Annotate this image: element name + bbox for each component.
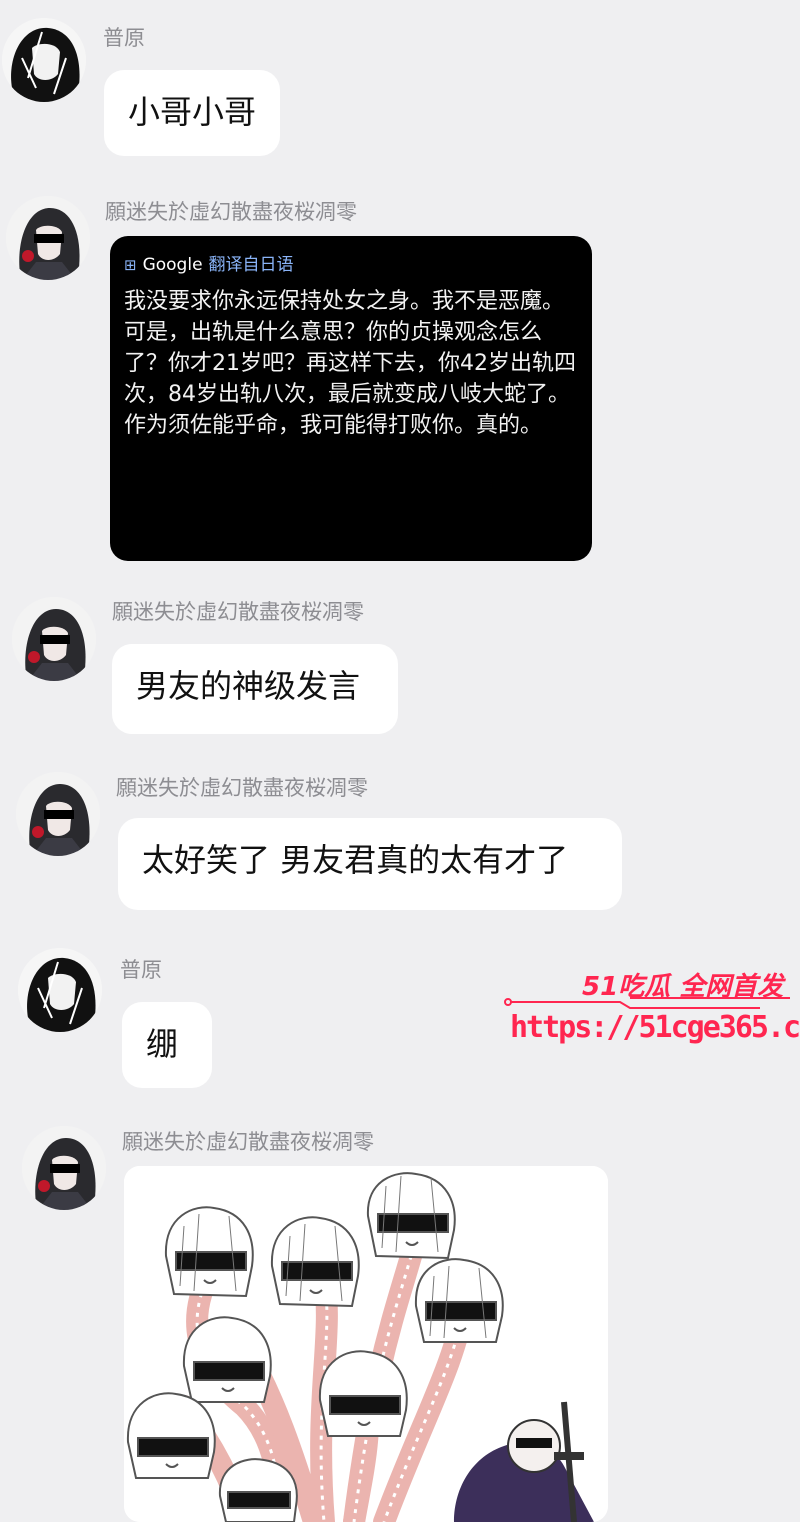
- message-bubble[interactable]: 太好笑了 男友君真的太有才了: [118, 818, 622, 910]
- translation-text: 我没要求你永远保持处女之身。我不是恶魔。 可是，出轨是什么意思？你的贞操观念怎么…: [124, 286, 576, 441]
- avatar-image: [2, 18, 86, 102]
- translation-provider: Google: [142, 255, 203, 275]
- avatar-puyuan[interactable]: [18, 948, 102, 1032]
- sender-name: 普原: [103, 26, 145, 50]
- sender-name: 願迷失於虛幻散盡夜桜凋零: [122, 1130, 374, 1154]
- avatar-yuanmishi[interactable]: [22, 1126, 106, 1210]
- sender-name: 普原: [120, 958, 162, 982]
- sender-name: 願迷失於虛幻散盡夜桜凋零: [105, 200, 357, 224]
- translation-line: 作为须佐能乎命，我可能得打败你。真的。: [124, 413, 543, 438]
- sticker-image[interactable]: [124, 1166, 608, 1522]
- watermark-url: https://51cge365.com: [510, 1010, 800, 1045]
- translate-icon: ⊞: [124, 256, 137, 274]
- avatar-image: [18, 948, 102, 1032]
- avatar-image: [12, 597, 96, 681]
- message-bubble[interactable]: 绷: [122, 1002, 212, 1088]
- avatar-puyuan[interactable]: [2, 18, 86, 102]
- translation-line: 可是，出轨是什么意思？你的贞操观念怎么了？你才21岁吧？再这样下去，你42岁出轨…: [124, 320, 576, 407]
- message-bubble[interactable]: 小哥小哥: [104, 70, 280, 156]
- avatar-yuanmishi[interactable]: [12, 597, 96, 681]
- translation-header[interactable]: ⊞ Google 翻译自日语: [124, 254, 576, 276]
- translation-line: 我没要求你永远保持处女之身。我不是恶魔。: [124, 289, 565, 314]
- avatar-yuanmishi[interactable]: [16, 772, 100, 856]
- translation-label: 翻译自日语: [208, 255, 294, 275]
- avatar-yuanmishi[interactable]: [6, 196, 90, 280]
- avatar-image: [16, 772, 100, 856]
- watermark: 51吃瓜 全网首发 https://51cge365.com: [500, 952, 800, 1052]
- snake-heads-illustration: [124, 1166, 608, 1522]
- translated-message-bubble[interactable]: ⊞ Google 翻译自日语 我没要求你永远保持处女之身。我不是恶魔。 可是，出…: [110, 236, 592, 561]
- avatar-image: [6, 196, 90, 280]
- sender-name: 願迷失於虛幻散盡夜桜凋零: [112, 600, 364, 624]
- avatar-image: [22, 1126, 106, 1210]
- message-bubble[interactable]: 男友的神级发言: [112, 644, 398, 734]
- sender-name: 願迷失於虛幻散盡夜桜凋零: [116, 776, 368, 800]
